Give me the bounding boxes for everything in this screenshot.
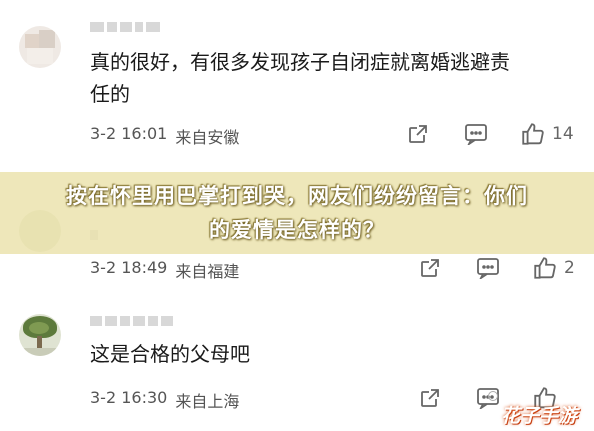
comment-date: 3-2 16:30 — [90, 388, 168, 407]
comment-date: 3-2 18:49 — [90, 258, 168, 277]
comment-text-line: 真的很好，有很多发现孩子自闭症就离婚逃避责 — [90, 50, 510, 74]
username-blurred[interactable] — [90, 316, 173, 326]
like-count: 2 — [564, 258, 575, 278]
headline-line: 按在怀里用巴掌打到哭，网友们纷纷留言：你们 — [66, 184, 528, 208]
like-button[interactable]: 14 — [520, 121, 574, 147]
share-icon — [421, 259, 439, 277]
like-icon — [534, 257, 556, 279]
share-button[interactable] — [418, 386, 442, 410]
watermark-logo: 花子手游 — [501, 405, 578, 427]
share-button[interactable] — [406, 122, 430, 146]
comment-meta: 3-2 16:30 来自上海 — [90, 388, 239, 412]
comment-location: 来自福建 — [175, 262, 240, 281]
comment-date: 3-2 16:01 — [90, 124, 168, 143]
comment-button[interactable] — [476, 257, 500, 279]
comment-item: 真的很好，有很多发现孩子自闭症就离婚逃避责 任的 3-2 16:01 来自安徽 … — [0, 0, 594, 172]
comment-icon — [465, 124, 487, 145]
comment-meta: 3-2 18:49 来自福建 — [90, 258, 239, 282]
comment-button[interactable] — [464, 123, 488, 145]
share-icon — [409, 125, 427, 143]
share-icon — [421, 389, 439, 407]
comment-location: 来自上海 — [175, 392, 240, 411]
comment-actions: 2 — [418, 255, 575, 281]
avatar[interactable] — [19, 314, 61, 356]
comment-text: 真的很好，有很多发现孩子自闭症就离婚逃避责 任的 — [90, 46, 580, 110]
like-icon — [522, 123, 544, 145]
comment-meta: 3-2 16:01 来自安徽 — [90, 124, 239, 148]
comment-location: 来自安徽 — [175, 128, 240, 147]
headline-line: 的爱情是怎样的？ — [209, 218, 385, 242]
comment-text-line: 这是合格的父母吧 — [90, 342, 250, 366]
avatar[interactable] — [19, 26, 61, 68]
like-count: 14 — [552, 124, 574, 144]
like-button[interactable]: 2 — [532, 255, 575, 281]
comment-icon — [477, 258, 499, 279]
watermark-icon — [488, 391, 498, 401]
headline-banner: 按在怀里用巴掌打到哭，网友们纷纷留言：你们 的爱情是怎样的？ — [0, 172, 594, 254]
comment-text-line: 任的 — [90, 82, 130, 106]
comment-actions: 14 — [406, 121, 574, 147]
comment-text: 这是合格的父母吧 — [90, 338, 580, 370]
username-blurred[interactable] — [90, 22, 160, 32]
share-button[interactable] — [418, 256, 442, 280]
